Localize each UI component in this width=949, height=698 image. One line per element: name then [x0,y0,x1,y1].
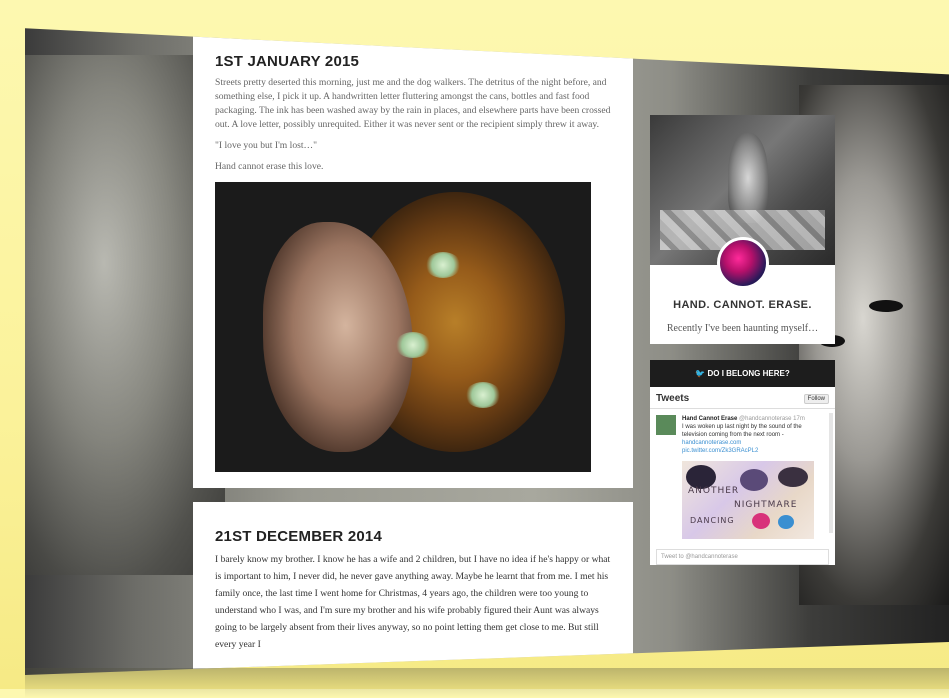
post-title[interactable]: 21ST DECEMBER 2014 [215,528,611,545]
blog-post: 21ST DECEMBER 2014 I barely know my brot… [193,502,633,675]
sidebar: HAND. CANNOT. ERASE. Recently I've been … [650,115,835,571]
tweet-body: Hand Cannot Erase @handcannoterase 17m I… [682,415,822,539]
post-image[interactable] [215,182,591,472]
image-moss-patch [465,382,501,408]
tweets-bar: Tweets Follow [650,387,835,409]
tweet-pic-link[interactable]: pic.twitter.com/Zk3GRAcPL2 [682,448,758,454]
image-moss-patch [425,252,461,278]
tweet-image[interactable]: ANOTHER NIGHTMARE DANCING [682,461,814,539]
avatar[interactable] [716,237,769,289]
tweet[interactable]: Hand Cannot Erase @handcannoterase 17m I… [650,409,835,545]
image-text: ANOTHER [688,486,740,496]
image-text: NIGHTMARE [734,500,798,510]
browser-screen: 1ST JANUARY 2015 Streets pretty deserted… [25,28,949,675]
follow-button[interactable]: Follow [803,393,829,404]
tweet-text: I was woken up last night by the sound o… [682,424,802,438]
post-paragraph: I barely know my brother. I know he has … [215,554,611,650]
tweet-input[interactable]: Tweet to @handcannoterase [656,549,829,565]
post-paragraph: Hand cannot erase this love. [215,161,324,172]
image-ink-blot [778,467,808,487]
tweet-avatar[interactable] [656,415,676,435]
tweet-time[interactable]: 17m [793,416,805,422]
image-text: DANCING [690,516,735,525]
tweet-handle[interactable]: @handcannoterase [739,416,791,422]
profile-card: HAND. CANNOT. ERASE. Recently I've been … [650,115,835,344]
tweet-author[interactable]: Hand Cannot Erase [682,416,737,422]
post-title[interactable]: 1ST JANUARY 2015 [215,53,611,70]
twitter-bird-icon: 🐦 [695,369,706,378]
widget-header: 🐦 DO I BELONG HERE? [650,360,835,387]
tweets-label: Tweets [656,393,690,404]
twitter-widget: 🐦 DO I BELONG HERE? Tweets Follow Hand C… [650,360,835,565]
image-ink-blot [740,469,768,491]
image-moss-patch [395,332,431,358]
image-ink-blot [778,515,794,529]
post-column: 1ST JANUARY 2015 Streets pretty deserted… [193,35,633,675]
post-quote: "I love you but I'm lost…" [215,140,318,151]
post-paragraph: Streets pretty deserted this morning, ju… [215,77,611,130]
widget-header-label: DO I BELONG HERE? [707,369,790,378]
tweet-scrollbar[interactable] [829,413,833,533]
blog-title[interactable]: HAND. CANNOT. ERASE. [650,299,835,311]
image-ink-blot [752,513,770,529]
background-eye [869,300,903,312]
screen-reflection [25,668,949,698]
tweet-link[interactable]: handcannoterase.com [682,440,741,446]
blog-description: Recently I've been haunting myself… [666,323,819,334]
blog-post: 1ST JANUARY 2015 Streets pretty deserted… [193,35,633,488]
